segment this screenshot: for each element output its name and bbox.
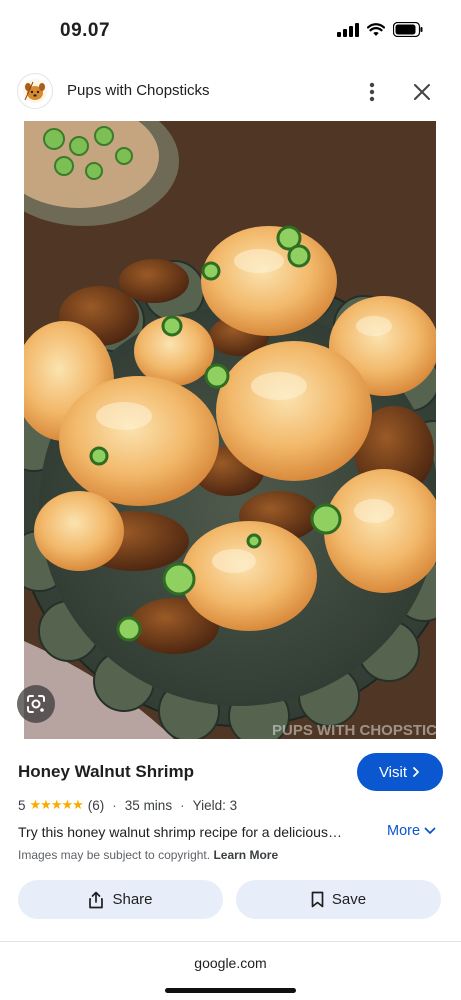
learn-more-link[interactable]: Learn More [213,848,278,862]
food-photo: PUPS WITH CHOPSTICKS [24,121,436,739]
chevron-down-icon [424,827,436,834]
star-rating-icon: ★★★★★ [29,797,84,812]
wifi-icon [367,22,385,36]
recipe-title: Honey Walnut Shrimp [18,762,194,781]
page-domain[interactable]: google.com [0,955,461,971]
cook-time: 35 mins [124,797,173,813]
signal-icon [337,22,359,37]
lens-icon [27,695,45,713]
save-button[interactable]: Save [236,880,441,919]
recipe-image[interactable]: PUPS WITH CHOPSTICKS [24,121,436,739]
lens-search-button[interactable] [17,685,55,723]
recipe-description: Try this honey walnut shrimp recipe for … [18,824,342,840]
bookmark-icon [311,891,324,908]
separator-dot: · [112,797,117,813]
save-label: Save [331,891,367,908]
battery-icon [393,22,423,37]
image-watermark: PUPS WITH CHOPSTICKS [272,722,436,739]
home-indicator [165,988,296,993]
recipe-yield: Yield: 3 [192,797,238,813]
rating-value: 5 [18,797,26,813]
separator-dot: · [180,797,185,813]
more-vert-icon [369,82,375,102]
status-bar: 09.07 [0,0,461,62]
close-button[interactable] [408,78,436,106]
status-time: 09.07 [60,20,111,41]
visit-button[interactable]: Visit [357,753,443,791]
close-icon [414,84,430,100]
site-logo-icon[interactable] [18,74,52,108]
more-label: More [387,823,421,839]
more-options-button[interactable] [360,78,384,106]
header: Pups with Chopsticks [0,68,461,116]
share-button[interactable]: Share [18,880,223,919]
rating-count: (6) [87,797,105,813]
site-name[interactable]: Pups with Chopsticks [67,82,210,99]
divider [0,941,461,942]
copyright-text: Images may be subject to copyright. [18,848,211,862]
status-icons [337,22,423,37]
share-icon [89,891,104,908]
recipe-meta: 5 ★★★★★ (6) · 35 mins · Yield: 3 [18,797,237,813]
share-label: Share [112,891,153,908]
more-button[interactable]: More [387,823,436,839]
copyright-notice: Images may be subject to copyright. Lear… [18,848,278,862]
chevron-right-icon [413,767,419,777]
visit-label: Visit [378,763,408,781]
